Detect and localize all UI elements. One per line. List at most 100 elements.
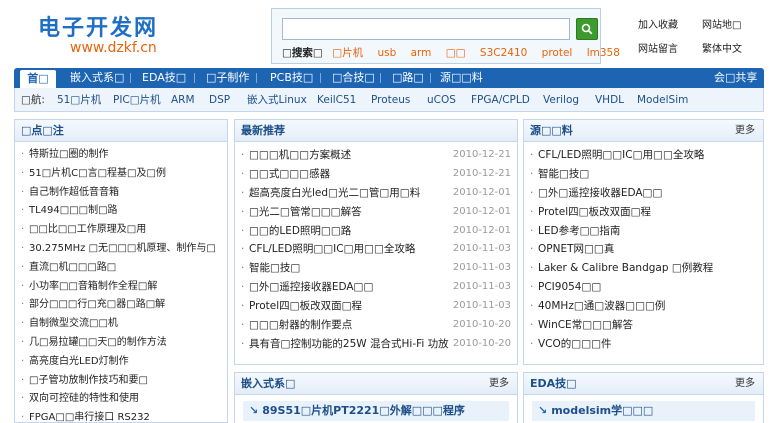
list-item[interactable]: LED参考□□指南 [530, 222, 757, 241]
nav-pcb[interactable]: PCB技□ [270, 68, 313, 88]
list-item[interactable]: □外□遥控接收器EDA□□ 2010-11-03 [241, 278, 511, 297]
list-item[interactable]: □光二□管常□□□解答 2010-12-01 [241, 203, 511, 222]
subnav-keil[interactable]: KeilC51 [317, 88, 356, 112]
panel-title: EDA技□ [530, 377, 577, 390]
list-item[interactable]: 小功率□□音箱制作全程□解 [21, 278, 221, 297]
nav-resources[interactable]: 源□□料 [440, 68, 483, 88]
list-item[interactable]: □外□遥控接收器EDA□□ [530, 184, 757, 203]
search-box: □搜索□ □片机 usb arm □□ S3C2410 protel lm358 [271, 8, 620, 64]
subnav-fpga[interactable]: FPGA/CPLD [471, 88, 530, 112]
list-item[interactable]: Laker & Calibre Bandgap □例教程 [530, 259, 757, 278]
list-item-date: 2010-10-20 [452, 337, 511, 349]
list-item-date: 2010-12-01 [452, 205, 511, 217]
subnav-linux[interactable]: 嵌入式Linux [247, 88, 307, 112]
list-item[interactable]: □□的LED照明□□路 2010-12-01 [241, 222, 511, 241]
nav-member-share[interactable]: 会□共享 [714, 68, 757, 88]
subnav-51mcu[interactable]: 51□片机 [57, 88, 101, 112]
more-link[interactable]: 更多 [489, 373, 509, 395]
list-item-title: 40MHz□通□波器□□□例 [538, 300, 666, 313]
list-item-title: 特斯拉□圈的制作 [29, 149, 109, 160]
subnav-verilog[interactable]: Verilog [543, 88, 579, 112]
list-item-title: 高亮度白光LED灯制作 [29, 355, 129, 367]
hot-word-link[interactable]: usb [377, 47, 396, 59]
subnav-vhdl[interactable]: VHDL [595, 88, 624, 112]
add-favorite-link[interactable]: 加入收藏 [638, 16, 678, 31]
list-item[interactable]: 双向可控硅的特性和使用 [21, 390, 221, 409]
list-item[interactable]: VCO的□□□件 [530, 335, 757, 354]
list-item-title: CFL/LED照明□□IC□用□□全攻略 [538, 149, 705, 161]
hot-search-label: □搜索□ [282, 47, 323, 59]
list-item[interactable]: OPNET网□□真 [530, 240, 757, 259]
list-item[interactable]: 高亮度白光LED灯制作 [21, 353, 221, 372]
list-item[interactable]: 超高亮度白光led□光二□管□用□料 2010-12-01 [241, 184, 511, 203]
subnav-modelsim[interactable]: ModelSim [637, 88, 688, 112]
list-item[interactable]: □子管功放制作技巧和要□ [21, 372, 221, 391]
list-item[interactable]: 具有音□控制功能的25W 混合式Hi-Fi 功放2010-10-20 [241, 335, 511, 354]
embedded-panel: 嵌入式系□ 更多 ↘ 89S51□片机PT2221□外解□□□程序 [234, 372, 518, 423]
nav-embedded[interactable]: 嵌入式系□ [70, 68, 124, 88]
subnav-ucos[interactable]: uCOS [427, 88, 456, 112]
list-item[interactable]: WinCE常□□□解答 [530, 316, 757, 335]
list-item[interactable]: 自制微型交流□□机 [21, 315, 221, 334]
list-item[interactable]: 部分□□□行□充□器□路□解 [21, 296, 221, 315]
nav-home[interactable]: 首□ [20, 70, 56, 88]
hot-word-link[interactable]: lm358 [587, 47, 620, 59]
list-item[interactable]: 51□片机C□言□程基□及□例 [21, 165, 221, 184]
list-item-title: □子管功放制作技巧和要□ [29, 374, 148, 386]
featured-article[interactable]: ↘ 89S51□片机PT2221□外解□□□程序 [243, 401, 509, 421]
list-item[interactable]: 几□易拉罐□□天□的制作方法 [21, 334, 221, 353]
list-item[interactable]: □□□射器的制作要点 2010-10-20 [241, 316, 511, 335]
nav-divider [256, 73, 257, 83]
subnav-arm[interactable]: ARM [171, 88, 195, 112]
subnav-pic[interactable]: PIC□片机 [113, 88, 161, 112]
list-item[interactable]: □□比□□工作原理及□用 [21, 221, 221, 240]
site-logo[interactable]: 电子开发网 www.dzkf.cn [38, 10, 158, 60]
hot-word-link[interactable]: S3C2410 [480, 47, 527, 59]
featured-article[interactable]: ↘ modelsim学□□□ [532, 401, 755, 421]
list-item[interactable]: 30.275MHz □无□□□机原理、制作与□ [21, 240, 221, 259]
list-item[interactable]: 40MHz□通□波器□□□例 [530, 297, 757, 316]
list-item[interactable]: 自己制作超低音音箱 [21, 184, 221, 203]
search-button[interactable] [576, 18, 598, 40]
list-item[interactable]: CFL/LED照明□□IC□用□□全攻略 [530, 146, 757, 165]
list-item[interactable]: □□式□□□感器 2010-12-21 [241, 165, 511, 184]
list-item-title: 自己制作超低音音箱 [29, 186, 119, 198]
nav-general[interactable]: □合技□ [332, 68, 375, 88]
guestbook-link[interactable]: 网站留言 [638, 40, 678, 55]
search-input[interactable] [282, 18, 570, 40]
nav-eda[interactable]: EDA技□ [142, 68, 186, 88]
hot-word-link[interactable]: □□ [446, 47, 466, 59]
more-link[interactable]: 更多 [735, 120, 755, 142]
list-item[interactable]: 直流□机□□□路□ [21, 259, 221, 278]
more-link[interactable]: 更多 [735, 373, 755, 395]
list-item[interactable]: 智能□技□ [530, 165, 757, 184]
list-item[interactable]: TL494□□□制□路 [21, 202, 221, 221]
nav-diy[interactable]: □子制作 [206, 68, 249, 88]
list-item-title: Protel四□板改双面□程 [249, 300, 362, 313]
subnav-dsp[interactable]: DSP [209, 88, 230, 112]
sitemap-link[interactable]: 网站地□ [702, 16, 741, 31]
list-item-title: 30.275MHz □无□□□机原理、制作与□ [29, 242, 216, 254]
list-item-title: 51□片机C□言□程基□及□例 [29, 167, 166, 179]
list-item[interactable]: FPGA□□串行接口 RS232 [21, 409, 221, 423]
list-item-title: 部分□□□行□充□器□路□解 [29, 299, 166, 311]
list-item[interactable]: □□□机□□方案概述 2010-12-21 [241, 146, 511, 165]
hot-word-link[interactable]: protel [542, 47, 573, 59]
subnav-proteus[interactable]: Proteus [371, 88, 410, 112]
panel-title: 嵌入式系□ [241, 377, 296, 390]
list-item[interactable]: CFL/LED照明□□IC□用□□全攻略 2010-11-03 [241, 240, 511, 259]
list-item[interactable]: Protel四□板改双面□程 [530, 203, 757, 222]
list-item[interactable]: 特斯拉□圈的制作 [21, 146, 221, 165]
list-item[interactable]: 智能□技□ 2010-11-03 [241, 259, 511, 278]
traditional-chinese-link[interactable]: 繁体中文 [702, 40, 742, 55]
list-item-title: 超高亮度白光led□光二□管□用□料 [249, 186, 421, 199]
nav-circuits[interactable]: □路□ [392, 68, 424, 88]
list-item-date: 2010-11-03 [452, 300, 511, 312]
panel-title: 源□□料 [530, 124, 573, 137]
hot-word-link[interactable]: □片机 [332, 47, 363, 59]
list-item[interactable]: PCI9054□□ [530, 278, 757, 297]
hot-word-link[interactable]: arm [411, 47, 432, 59]
list-item-title: FPGA□□串行接口 RS232 [29, 412, 150, 423]
header: 电子开发网 www.dzkf.cn □搜索□ □片机 usb arm □□ S3… [0, 0, 777, 68]
list-item[interactable]: Protel四□板改双面□程 2010-11-03 [241, 297, 511, 316]
